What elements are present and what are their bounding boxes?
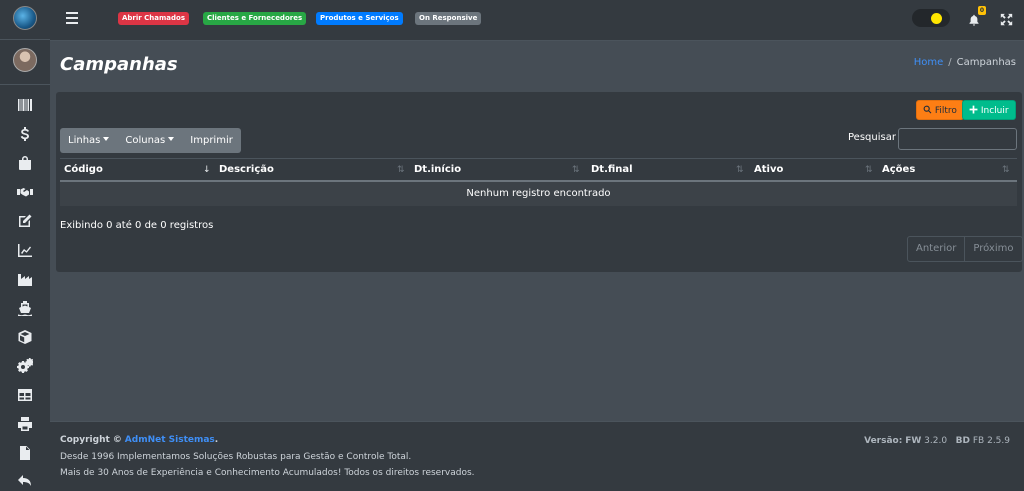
menu-toggle-icon[interactable]: [66, 12, 78, 24]
incluir-button[interactable]: Incluir: [962, 100, 1016, 120]
sort-icon[interactable]: ⇅: [1002, 166, 1010, 175]
version-info: Versão: FW 3.2.0 BD FB 2.5.9: [864, 436, 1010, 446]
linhas-label: Linhas: [68, 135, 101, 146]
sort-icon[interactable]: ⇅: [397, 166, 405, 175]
footer-line-2: Desde 1996 Implementamos Soluções Robust…: [60, 452, 412, 462]
notification-count-badge: 0: [978, 6, 986, 15]
edit-icon[interactable]: [15, 211, 35, 231]
caret-down-icon: [103, 137, 110, 141]
cube-icon[interactable]: [15, 327, 35, 347]
footer: Copyright © AdmNet Sistemas. Desde 1996 …: [50, 421, 1024, 491]
table-header: Código ↓ Descrição ⇅ Dt.início ⇅ Dt.fina…: [60, 158, 1017, 182]
empty-table-row: Nenhum registro encontrado: [60, 182, 1017, 206]
divider: [0, 84, 50, 85]
column-header-dt-final[interactable]: Dt.final: [591, 159, 633, 181]
colunas-dropdown[interactable]: Colunas: [117, 128, 182, 153]
breadcrumb-current: Campanhas: [956, 57, 1016, 68]
divider: [0, 39, 50, 40]
next-page-button[interactable]: Próximo: [964, 237, 1021, 261]
table-icon[interactable]: [15, 385, 35, 405]
fw-value: 3.2.0: [924, 436, 948, 446]
cogs-icon[interactable]: [15, 356, 35, 376]
search-icon: [923, 105, 932, 114]
imprimir-button[interactable]: Imprimir: [182, 128, 241, 153]
table-info: Exibindo 0 até 0 de 0 registros: [60, 220, 214, 231]
caret-down-icon: [168, 137, 175, 141]
file-icon[interactable]: [15, 443, 35, 463]
badge-produtos-servicos[interactable]: Produtos e Serviços: [316, 12, 403, 25]
ship-icon[interactable]: [15, 298, 35, 318]
badge-abrir-chamados[interactable]: Abrir Chamados: [118, 12, 190, 25]
incluir-label: Incluir: [980, 106, 1009, 116]
brand-link[interactable]: AdmNet Sistemas: [125, 435, 215, 445]
column-header-acoes[interactable]: Ações: [882, 159, 915, 181]
handshake-icon[interactable]: [15, 182, 35, 202]
badge-clientes-fornecedores[interactable]: Clientes e Fornecedores: [203, 12, 307, 25]
user-avatar[interactable]: [13, 48, 37, 72]
column-header-codigo[interactable]: Código: [64, 159, 103, 181]
sort-icon[interactable]: ⇅: [736, 166, 744, 175]
badge-on-responsive[interactable]: On Responsive: [415, 12, 482, 25]
theme-toggle[interactable]: [912, 9, 950, 27]
column-header-descricao[interactable]: Descrição: [219, 159, 274, 181]
column-header-dt-inicio[interactable]: Dt.início: [414, 159, 461, 181]
breadcrumb: Home / Campanhas: [914, 57, 1016, 68]
chart-line-icon[interactable]: [15, 240, 35, 260]
plus-icon: [969, 105, 978, 114]
breadcrumb-separator: /: [948, 57, 952, 68]
sort-icon[interactable]: ⇅: [865, 166, 873, 175]
prev-page-button[interactable]: Anterior: [908, 237, 964, 261]
colunas-label: Colunas: [125, 135, 166, 146]
version-label: Versão:: [864, 436, 903, 446]
undo-icon[interactable]: [15, 471, 35, 491]
pagination: Anterior Próximo: [907, 236, 1023, 262]
sort-icon[interactable]: ⇅: [572, 166, 580, 175]
copyright-suffix: .: [214, 435, 219, 445]
industry-icon[interactable]: [15, 269, 35, 289]
column-header-ativo[interactable]: Ativo: [754, 159, 783, 181]
search-label: Pesquisar: [848, 132, 896, 143]
shopping-bag-icon[interactable]: [15, 153, 35, 173]
sort-desc-icon[interactable]: ↓: [203, 166, 211, 175]
top-navbar: Abrir Chamados Clientes e Fornecedores P…: [50, 0, 1024, 41]
print-icon[interactable]: [15, 414, 35, 434]
footer-line-3: Mais de 30 Anos de Experiência e Conheci…: [60, 468, 475, 478]
filtro-label: Filtro: [934, 106, 957, 116]
table-tools-group: Linhas Colunas Imprimir: [60, 128, 241, 153]
copyright-prefix: Copyright ©: [60, 435, 122, 445]
footer-copyright: Copyright © AdmNet Sistemas.: [60, 435, 218, 445]
barcode-icon[interactable]: [15, 95, 35, 115]
search-input[interactable]: [898, 128, 1017, 150]
fw-label: FW: [905, 436, 922, 446]
page-title: Campanhas: [60, 54, 178, 75]
dollar-icon[interactable]: [15, 124, 35, 144]
linhas-dropdown[interactable]: Linhas: [60, 128, 117, 153]
filtro-button[interactable]: Filtro: [916, 100, 964, 120]
bd-value: FB 2.5.9: [972, 436, 1010, 446]
sidebar: [0, 0, 50, 491]
campanhas-card: Filtro Incluir Linhas Colunas Imprimir P…: [56, 92, 1023, 272]
fullscreen-icon[interactable]: [1000, 11, 1013, 26]
bd-label: BD: [955, 436, 970, 446]
toggle-knob: [931, 13, 942, 24]
brand-logo[interactable]: [13, 6, 37, 30]
breadcrumb-home-link[interactable]: Home: [914, 57, 944, 68]
